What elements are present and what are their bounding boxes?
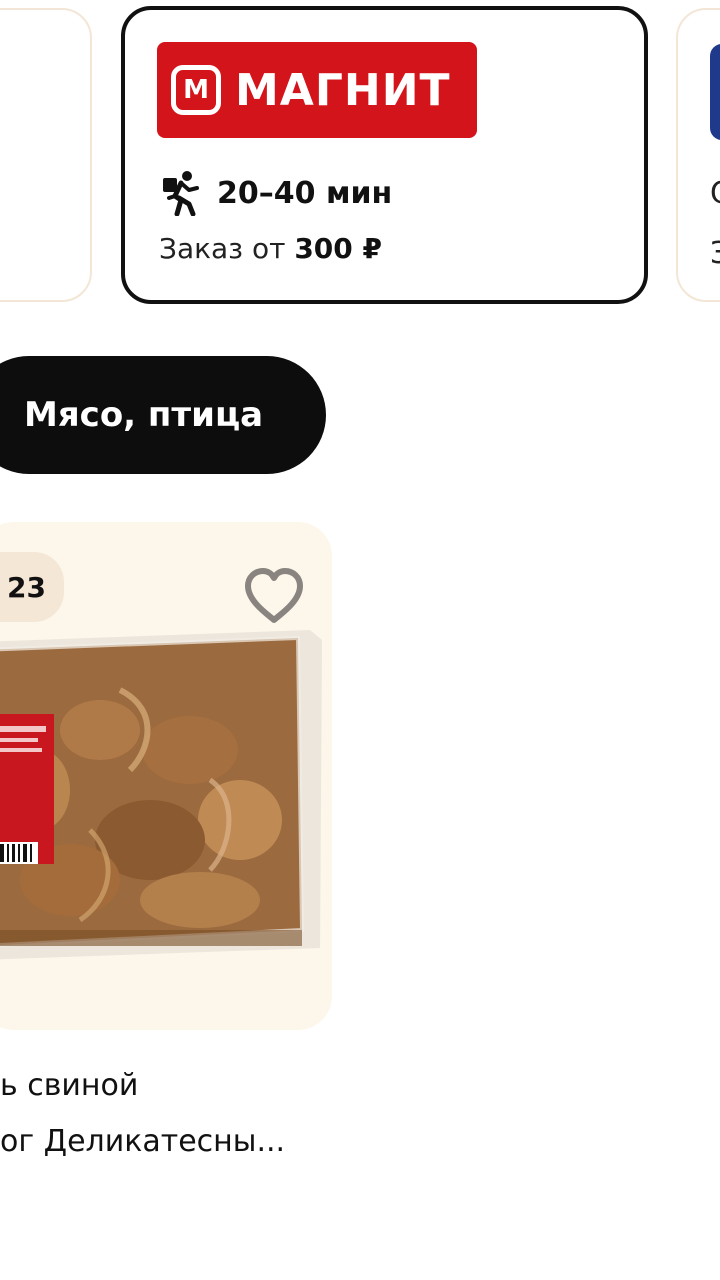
min-order-label: Заказ от (159, 232, 286, 265)
product-badge-text: 23 (7, 570, 46, 604)
store-card-magnit[interactable]: М МАГНИТ 20–40 мин Заказ от 300 ₽ (121, 6, 648, 304)
store-right-delivery-time: С (710, 176, 720, 211)
store-right-min-order: З (710, 236, 720, 271)
min-order-price: 300 ₽ (294, 232, 383, 265)
store-logo-right (710, 44, 720, 140)
product-name[interactable]: ь свиной ог Деликатесны... (0, 1058, 340, 1170)
product-name-line-1: ь свиной (0, 1068, 139, 1103)
delivery-time: 20–40 мин (217, 175, 393, 211)
product-card[interactable]: 23 (0, 522, 332, 1030)
favorite-heart-icon[interactable] (242, 566, 306, 624)
delivery-info: 20–40 мин (159, 170, 392, 216)
min-order: Заказ от 300 ₽ (159, 232, 382, 265)
store-card-right[interactable]: С З (676, 8, 720, 302)
screen: М МАГНИТ 20–40 мин Заказ от 300 ₽ С З Мя (0, 0, 720, 1280)
store-name: МАГНИТ (235, 64, 451, 116)
category-chip-label: Мясо, птица (24, 395, 264, 435)
magnit-logo: М МАГНИТ (157, 42, 477, 138)
product-name-line-2: ог Деликатесны... (0, 1124, 286, 1159)
category-chip-meat-poultry[interactable]: Мясо, птица (0, 356, 326, 474)
product-badge: 23 (0, 552, 64, 622)
store-card-left[interactable] (0, 8, 92, 302)
product-image (0, 630, 322, 960)
logo-mark-letter: М (183, 75, 209, 105)
courier-runner-icon (163, 171, 199, 216)
magnit-logo-mark-icon: М (171, 65, 221, 115)
